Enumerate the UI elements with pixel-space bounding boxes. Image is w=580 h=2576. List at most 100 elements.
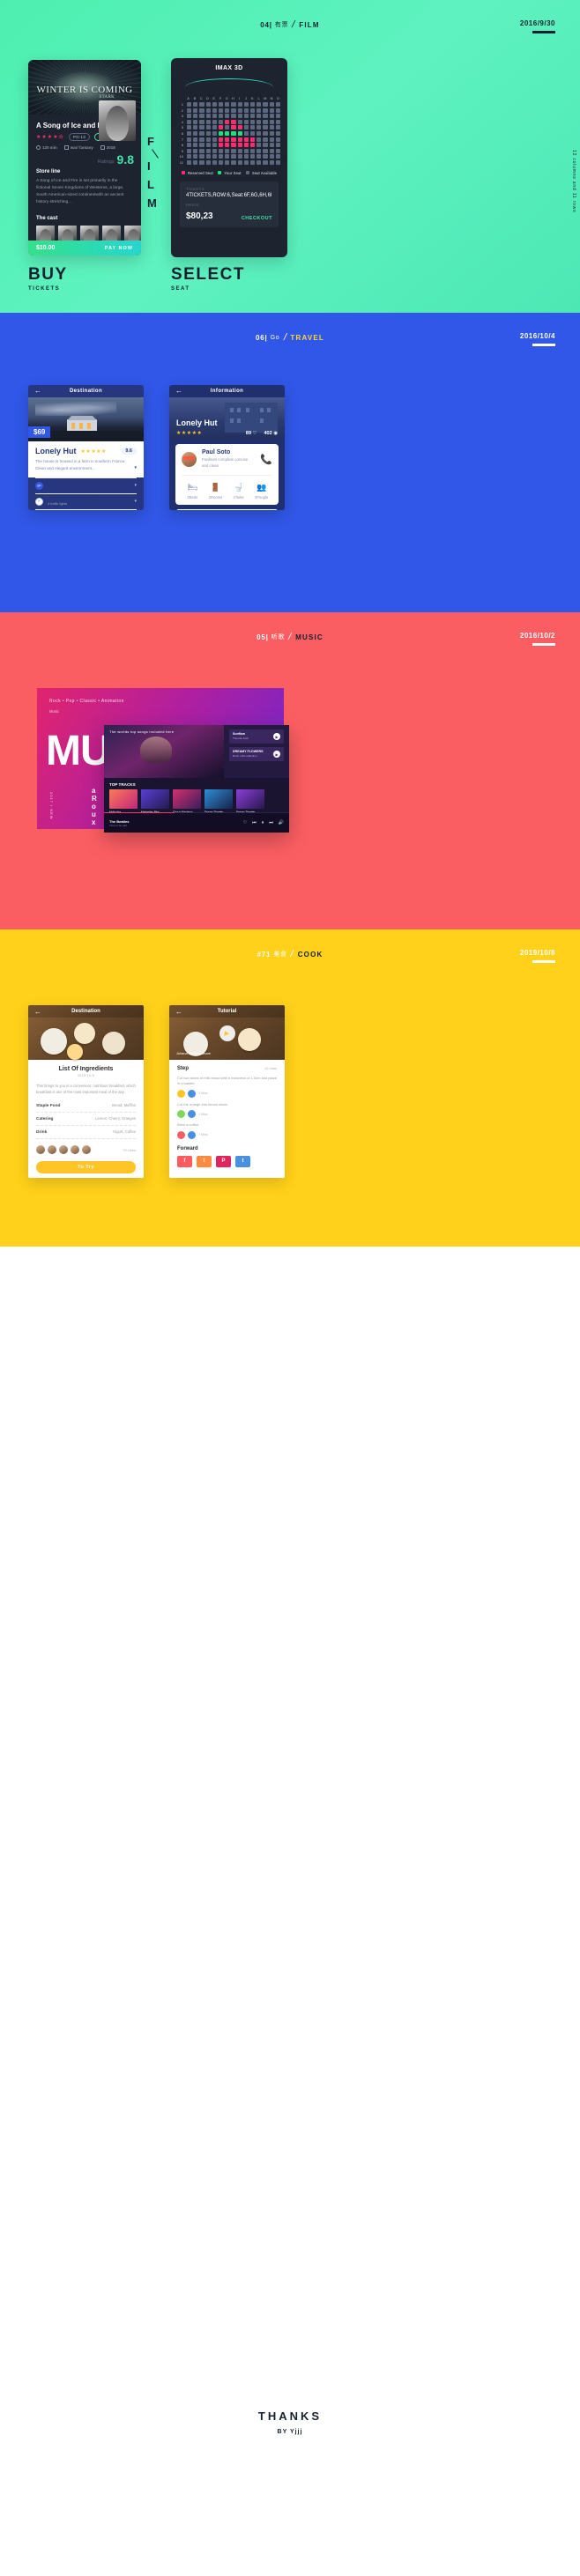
seat-cell[interactable] [225, 148, 230, 153]
seat-cell[interactable] [231, 159, 236, 165]
seat-cell[interactable] [187, 107, 192, 113]
seat-cell[interactable] [212, 119, 217, 124]
seat-cell[interactable] [243, 148, 249, 153]
seat-cell[interactable] [187, 159, 192, 165]
seat-cell[interactable] [219, 119, 224, 124]
seat-cell[interactable] [250, 159, 256, 165]
seat-cell[interactable] [237, 148, 242, 153]
seat-cell[interactable] [219, 148, 224, 153]
seat-cell[interactable] [205, 119, 211, 124]
seat-cell[interactable] [205, 154, 211, 159]
seat-cell[interactable] [263, 102, 268, 107]
chevron-down-icon[interactable]: ▾ [134, 483, 137, 488]
seat-cell[interactable] [237, 154, 242, 159]
seat-cell[interactable] [257, 137, 262, 142]
seat-cell[interactable] [187, 143, 192, 148]
seat-cell[interactable] [243, 130, 249, 136]
seat-cell[interactable] [187, 137, 192, 142]
seat-cell[interactable] [263, 154, 268, 159]
seat-cell[interactable] [193, 130, 198, 136]
seat-cell[interactable] [237, 130, 242, 136]
seat-cell[interactable] [231, 125, 236, 130]
seat-cell[interactable] [263, 137, 268, 142]
seat-cell[interactable] [212, 107, 217, 113]
back-arrow-icon[interactable]: ← [34, 388, 41, 395]
seat-cell[interactable] [275, 130, 280, 136]
seat-cell[interactable] [257, 143, 262, 148]
seat-cell[interactable] [269, 125, 274, 130]
seat-cell[interactable] [257, 102, 262, 107]
play-button-icon[interactable]: ▶ [219, 1025, 235, 1041]
seat-cell[interactable] [243, 107, 249, 113]
seat-cell[interactable] [263, 130, 268, 136]
seat-cell[interactable] [225, 143, 230, 148]
pause-icon[interactable]: ⏸ [262, 820, 264, 825]
seat-cell[interactable] [231, 137, 236, 142]
seat-cell[interactable] [231, 130, 236, 136]
seat-cell[interactable] [219, 114, 224, 119]
seat-cell[interactable] [199, 154, 204, 159]
seat-cell[interactable] [275, 119, 280, 124]
seat-cell[interactable] [263, 148, 268, 153]
seat-cell[interactable] [269, 130, 274, 136]
seat-cell[interactable] [187, 119, 192, 124]
seat-cell[interactable] [269, 114, 274, 119]
seat-cell[interactable] [257, 154, 262, 159]
seat-cell[interactable] [231, 148, 236, 153]
next-icon[interactable]: ⏭ [269, 820, 273, 825]
seat-cell[interactable] [231, 107, 236, 113]
back-arrow-icon[interactable]: ← [175, 388, 182, 395]
seat-cell[interactable] [193, 137, 198, 142]
seat-cell[interactable] [269, 159, 274, 165]
social-share-row[interactable]: ftPt [169, 1151, 285, 1167]
play-icon[interactable]: ▶ [273, 751, 280, 758]
seat-cell[interactable] [199, 130, 204, 136]
seat-cell[interactable] [193, 148, 198, 153]
seat-cell[interactable] [225, 137, 230, 142]
seat-cell[interactable] [269, 102, 274, 107]
seat-cell[interactable] [275, 102, 280, 107]
seat-cell[interactable] [237, 107, 242, 113]
seat-cell[interactable] [219, 137, 224, 142]
seat-cell[interactable] [269, 119, 274, 124]
seat-cell[interactable] [275, 107, 280, 113]
seat-cell[interactable] [269, 107, 274, 113]
seat-cell[interactable] [219, 107, 224, 113]
seat-cell[interactable] [250, 148, 256, 153]
playlist-card[interactable]: DREAMY FLOWERS Rock • Mix collection ▶ [229, 747, 284, 761]
seat-cell[interactable] [187, 102, 192, 107]
seat-cell[interactable] [212, 143, 217, 148]
seat-cell[interactable] [193, 119, 198, 124]
seat-cell[interactable] [275, 148, 280, 153]
seat-cell[interactable] [199, 114, 204, 119]
seat-cell[interactable] [212, 137, 217, 142]
volume-icon[interactable]: 🔊 [279, 820, 284, 825]
seat-cell[interactable] [231, 102, 236, 107]
seat-cell[interactable] [269, 143, 274, 148]
seat-cell[interactable] [243, 102, 249, 107]
seat-cell[interactable] [237, 125, 242, 130]
social-share-icon[interactable]: P [216, 1155, 231, 1167]
seat-cell[interactable] [212, 154, 217, 159]
seat-cell[interactable] [257, 125, 262, 130]
seat-cell[interactable] [225, 102, 230, 107]
seat-cell[interactable] [237, 102, 242, 107]
seat-cell[interactable] [269, 154, 274, 159]
seat-cell[interactable] [212, 125, 217, 130]
seat-cell[interactable] [263, 143, 268, 148]
seat-cell[interactable] [212, 148, 217, 153]
seat-cell[interactable] [231, 119, 236, 124]
seat-cell[interactable] [257, 107, 262, 113]
back-arrow-icon[interactable]: ← [34, 1008, 41, 1016]
seat-cell[interactable] [243, 125, 249, 130]
route-step[interactable]: go My Position ▾ [35, 477, 137, 493]
seat-cell[interactable] [205, 130, 211, 136]
seat-cell[interactable] [243, 114, 249, 119]
seat-cell[interactable] [250, 130, 256, 136]
phone-icon[interactable]: 📞 [260, 454, 272, 465]
seat-cell[interactable] [219, 154, 224, 159]
play-icon[interactable]: ▶ [273, 733, 280, 740]
seat-cell[interactable] [212, 130, 217, 136]
seat-cell[interactable] [193, 107, 198, 113]
seat-cell[interactable] [219, 125, 224, 130]
